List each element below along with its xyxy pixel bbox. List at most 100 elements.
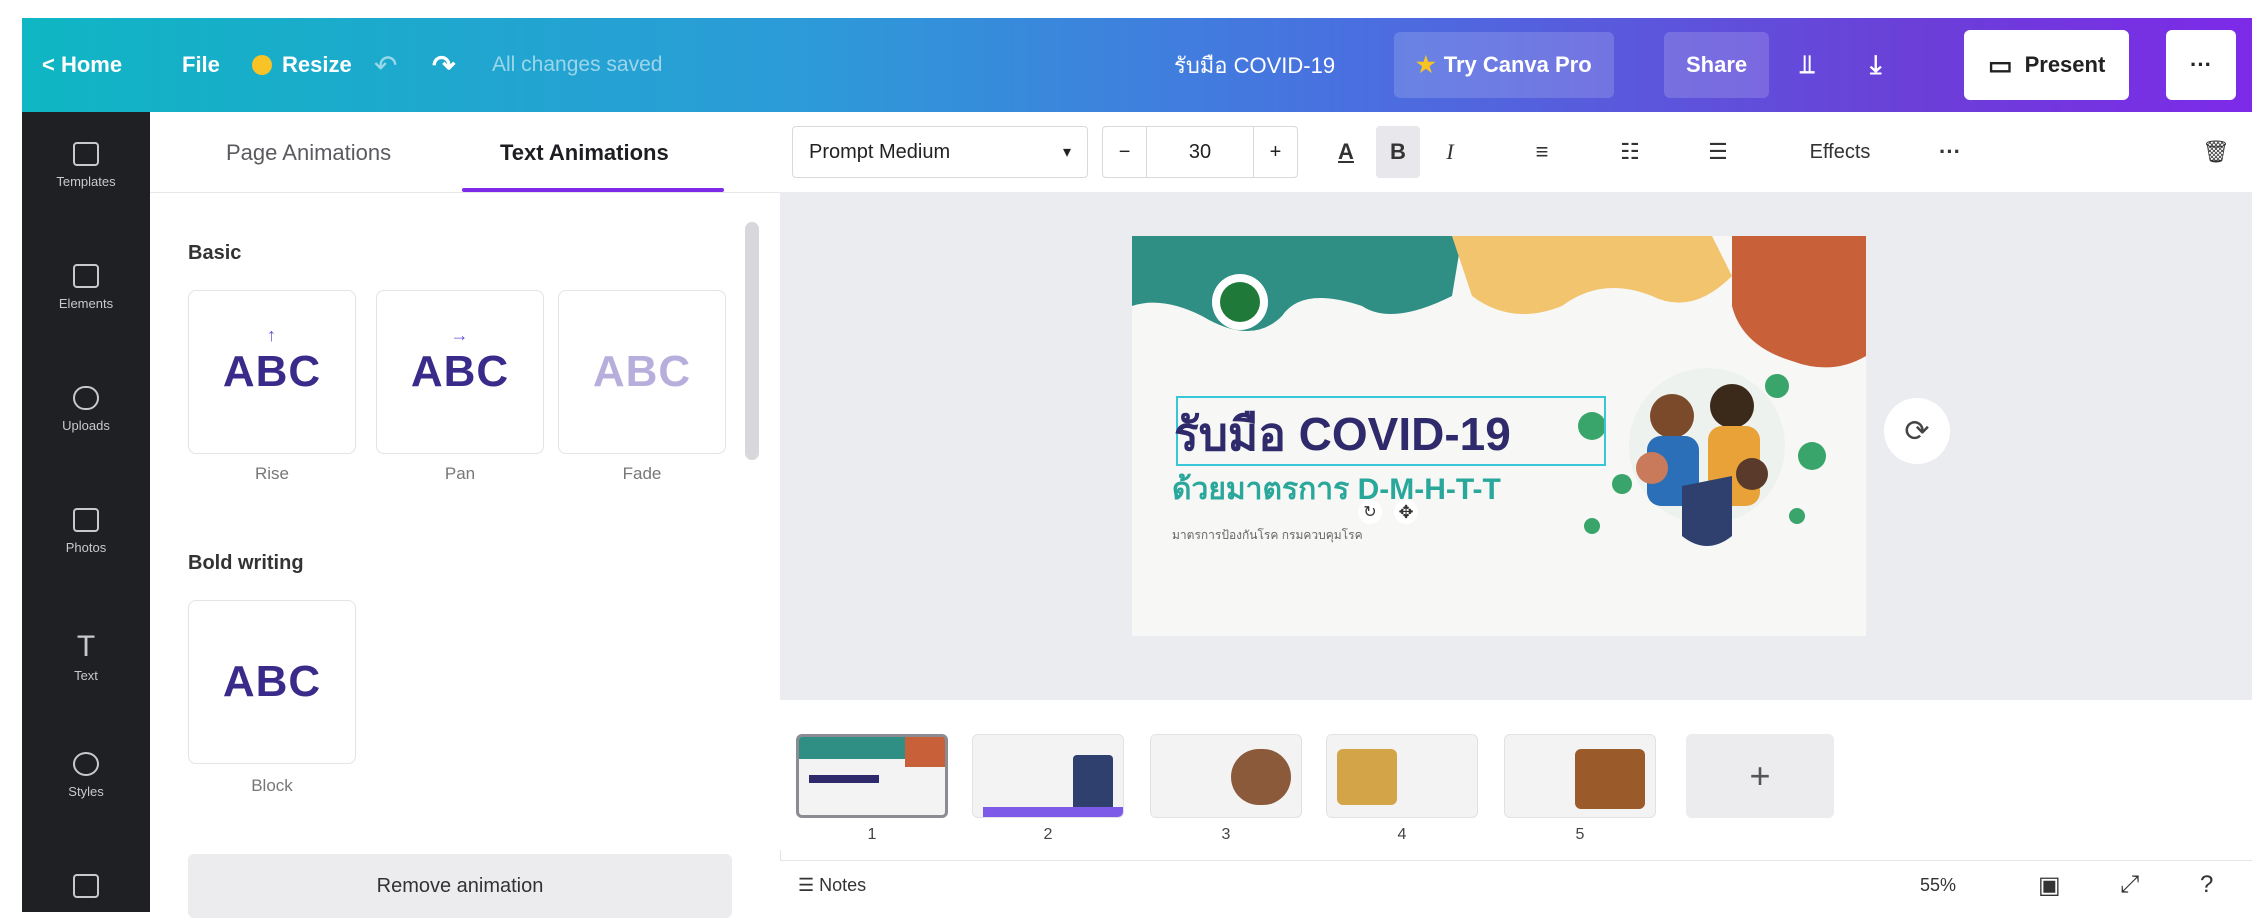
sidebar-item-label: Elements: [58, 296, 114, 311]
file-menu-button[interactable]: File: [182, 18, 220, 112]
sidebar-item-text[interactable]: T Text: [22, 630, 150, 683]
page-view-icon[interactable]: ▣: [2038, 871, 2061, 900]
rotate-handle-icon[interactable]: ↻: [1358, 500, 1382, 524]
try-canva-pro-button[interactable]: ★ Try Canva Pro: [1394, 32, 1614, 98]
animation-label: Pan: [444, 464, 476, 483]
notes-button[interactable]: ☰ Notes: [798, 875, 866, 896]
add-page-button[interactable]: +: [1686, 734, 1834, 818]
try-pro-label: Try Canva Pro: [1443, 52, 1592, 77]
undo-icon[interactable]: ↶: [374, 18, 397, 112]
font-family-dropdown[interactable]: Prompt Medium ▾: [792, 126, 1088, 178]
align-left-icon[interactable]: ≡: [1522, 126, 1562, 178]
page-thumbnail-5[interactable]: [1504, 734, 1656, 818]
canvas-small-text[interactable]: มาตรการป้องกันโรค กรมควบคุมโรค: [1172, 526, 1363, 545]
sidebar-item-label: Photos: [65, 540, 107, 555]
text-toolbar: Prompt Medium ▾ − 30 + A B I ≡ ☷ ☰ Effec…: [780, 112, 2252, 193]
canvas-headline[interactable]: รับมือ COVID-19: [1174, 398, 1511, 471]
remove-animation-button[interactable]: Remove animation: [188, 854, 732, 918]
elements-icon: [73, 264, 99, 288]
tab-text-animations[interactable]: Text Animations: [500, 140, 669, 166]
file-label: File: [182, 52, 220, 77]
thumb-art: [1575, 749, 1645, 809]
thumb-art: [1337, 749, 1397, 805]
tab-page-animations[interactable]: Page Animations: [226, 140, 391, 166]
folder-icon: [73, 874, 99, 898]
text-color-icon[interactable]: A: [1326, 126, 1366, 178]
spacing-icon[interactable]: ☰: [1698, 126, 1738, 178]
sidebar-item-photos[interactable]: Photos: [22, 508, 150, 555]
arrow-up-icon: ↑: [266, 325, 277, 345]
bold-writing-section-title: Bold writing: [188, 552, 304, 574]
thumb-art: [1073, 755, 1113, 811]
share-button[interactable]: Share: [1664, 32, 1770, 98]
increase-font-size-button[interactable]: +: [1254, 141, 1297, 164]
crown-icon: [252, 55, 272, 75]
arrow-right-icon: →: [450, 325, 470, 345]
animation-block[interactable]: ABC: [188, 600, 356, 764]
fullscreen-icon[interactable]: ⤢: [2120, 871, 2139, 899]
animation-label: Fade: [622, 464, 662, 483]
sidebar-item-uploads[interactable]: Uploads: [22, 386, 150, 433]
sidebar-item-label: Templates: [56, 174, 116, 189]
list-icon[interactable]: ☷: [1610, 126, 1650, 178]
animation-rise[interactable]: ↑ ABC: [188, 290, 356, 454]
decrease-font-size-button[interactable]: −: [1103, 141, 1146, 164]
font-size-input[interactable]: 30: [1146, 127, 1254, 177]
present-label: Present: [2024, 52, 2106, 77]
tab-divider: [150, 192, 780, 193]
animation-sample: ↑ ABC: [222, 325, 322, 397]
star-icon: ★: [1416, 52, 1436, 77]
chevron-down-icon: ▾: [1062, 144, 1071, 161]
redo-icon[interactable]: ↷: [432, 18, 455, 112]
resize-label: Resize: [282, 52, 352, 77]
bold-button[interactable]: B: [1376, 126, 1420, 178]
animation-sample-text: ABC: [410, 347, 510, 396]
home-button[interactable]: < Home: [42, 18, 122, 112]
page-thumbnail-3[interactable]: [1150, 734, 1302, 818]
page-number: 5: [1575, 826, 1585, 843]
animation-pan[interactable]: → ABC: [376, 290, 544, 454]
more-options-button[interactable]: ···: [2166, 30, 2236, 100]
sidebar-item-label: Styles: [68, 784, 104, 799]
more-toolbar-options-button[interactable]: ···: [1930, 126, 1970, 178]
sidebar-item-templates[interactable]: Templates: [22, 142, 150, 189]
notes-label: Notes: [819, 875, 867, 895]
animations-panel: Page Animations Text Animations Basic ↑ A…: [150, 112, 781, 918]
insights-icon[interactable]: ⫫: [1800, 18, 1815, 112]
download-icon[interactable]: ⤓: [1870, 18, 1882, 112]
animation-fade[interactable]: ABC: [558, 290, 726, 454]
design-canvas[interactable]: รับมือ COVID-19 ด้วยมาตรการ D-M-H-T-T มา…: [1132, 236, 1866, 636]
animation-sample-text: ABC: [222, 347, 322, 396]
active-tab-indicator: [462, 188, 724, 192]
thumb-art: [1231, 749, 1291, 805]
document-title[interactable]: รับมือ COVID-19: [1174, 18, 1335, 112]
trash-icon[interactable]: 🗑: [2196, 126, 2236, 178]
page-thumbnail-2[interactable]: [972, 734, 1124, 818]
home-label: < Home: [42, 52, 123, 77]
canvas-subheadline[interactable]: ด้วยมาตรการ D-M-H-T-T: [1172, 466, 1501, 513]
text-icon: T: [76, 630, 96, 663]
page-number: 3: [1221, 826, 1231, 843]
animation-sample: ABC: [222, 657, 322, 706]
leaf-shape: [1132, 236, 1462, 331]
people-illustration: [1629, 368, 1785, 546]
basic-section-title: Basic: [188, 242, 242, 264]
sidebar-item-styles[interactable]: Styles: [22, 752, 150, 799]
yellow-shape: [1452, 236, 1732, 314]
zoom-level[interactable]: 55%: [1920, 875, 1956, 896]
sidebar-item-elements[interactable]: Elements: [22, 264, 150, 311]
thumb-art: [983, 807, 1123, 817]
italic-button[interactable]: I: [1430, 126, 1470, 178]
move-handle-icon[interactable]: ✥: [1394, 500, 1418, 524]
font-size-stepper: − 30 +: [1102, 126, 1298, 178]
photos-icon: [73, 508, 99, 532]
resize-button[interactable]: Resize: [252, 18, 352, 112]
panel-scrollbar[interactable]: [745, 222, 759, 460]
refresh-icon[interactable]: ⟳: [1884, 398, 1950, 464]
effects-button[interactable]: Effects: [1790, 126, 1890, 178]
present-button[interactable]: ▭ Present: [1964, 30, 2130, 100]
page-thumbnail-1[interactable]: [796, 734, 948, 818]
help-icon[interactable]: ?: [2200, 871, 2213, 899]
page-thumbnail-4[interactable]: [1326, 734, 1478, 818]
sidebar-item-folder[interactable]: [22, 874, 150, 906]
